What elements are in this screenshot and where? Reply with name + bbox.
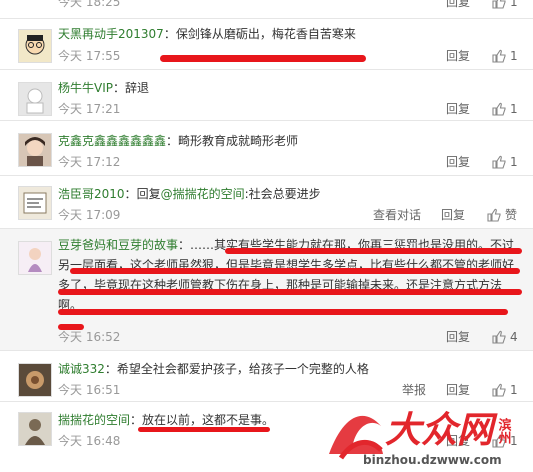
- comment-text: 辞退: [125, 81, 150, 95]
- comment-text: 放在以前，这都不是事。: [142, 413, 275, 427]
- reply-button[interactable]: 回复: [446, 154, 470, 170]
- comment-text: :社会总要进步: [244, 187, 321, 201]
- avatar[interactable]: [18, 186, 52, 220]
- comment-item: 豆芽爸妈和豆芽的故事：……其实有些学生能力就在那，你再三惩罚也是没用的。不过另一…: [0, 229, 533, 350]
- annotation-underline: [58, 289, 522, 295]
- comment-time: 今天 17:09: [58, 208, 121, 222]
- comment-time: 今天 16:51: [58, 383, 121, 397]
- comment-username[interactable]: 豆芽爸妈和豆芽的故事: [58, 238, 178, 252]
- thumbs-up-icon[interactable]: [487, 208, 501, 222]
- comment-username[interactable]: 诚诚332: [58, 362, 105, 376]
- comment-text: 希望全社会都爱护孩子，给孩子一个完整的人格: [116, 362, 369, 376]
- thumbs-up-icon[interactable]: [492, 49, 506, 63]
- comment-time: 今天 17:55: [58, 49, 121, 63]
- annotation-underline: [58, 324, 84, 330]
- avatar[interactable]: [18, 82, 52, 116]
- comment-username[interactable]: 天黑再动手201307: [58, 27, 164, 41]
- comment-item: 天黑再动手201307：保剑锋从磨砺出，梅花香自苦寒来 今天 17:55 回复 …: [0, 19, 533, 69]
- like-count: 1: [510, 0, 518, 9]
- comment-username[interactable]: 克鑫克鑫鑫鑫鑫鑫鑫: [58, 134, 166, 148]
- comment-time: 今天 17:21: [58, 102, 121, 116]
- reply-button[interactable]: 回复: [446, 0, 470, 10]
- view-dialog-button[interactable]: 查看对话: [373, 207, 421, 223]
- avatar[interactable]: [18, 363, 52, 397]
- annotation-underline: [138, 427, 270, 432]
- like-label[interactable]: 赞: [505, 207, 517, 223]
- thumbs-up-icon[interactable]: [492, 0, 506, 9]
- like-count: 1: [510, 102, 518, 116]
- annotation-underline: [225, 248, 522, 254]
- comment-time: 今天 18:25: [58, 0, 121, 9]
- watermark-url: binzhou.dzwww.com: [363, 453, 502, 467]
- avatar[interactable]: [18, 29, 52, 63]
- comment-item: 克鑫克鑫鑫鑫鑫鑫鑫：畸形教育成就畸形老师 今天 17:12 回复 1: [0, 121, 533, 175]
- comment-username[interactable]: 揣揣花的空间: [58, 413, 130, 427]
- annotation-underline: [58, 309, 508, 315]
- comment-username[interactable]: 杨牛牛VIP: [58, 81, 113, 95]
- avatar[interactable]: [18, 241, 52, 275]
- like-count: 1: [510, 155, 518, 169]
- reply-button[interactable]: 回复: [446, 101, 470, 117]
- thumbs-up-icon[interactable]: [492, 383, 506, 397]
- comment-time: 今天 17:12: [58, 155, 121, 169]
- annotation-underline: [70, 268, 520, 274]
- reply-button[interactable]: 回复: [441, 207, 465, 223]
- comment-time: 今天 16:48: [58, 434, 121, 448]
- avatar[interactable]: [18, 412, 52, 446]
- thumbs-up-icon[interactable]: [492, 155, 506, 169]
- reply-button[interactable]: 回复: [446, 48, 470, 64]
- mention-link[interactable]: @揣揣花的空间: [161, 187, 245, 201]
- like-count: 1: [510, 49, 518, 63]
- comment-username[interactable]: 浩臣哥2010: [58, 187, 125, 201]
- reply-prefix: 回复: [136, 187, 161, 201]
- comment-partial: 今天 18:25 回复 1: [0, 0, 533, 18]
- annotation-underline: [160, 55, 366, 62]
- comment-item: 诚诚332：希望全社会都爱护孩子，给孩子一个完整的人格 今天 16:51 举报 …: [0, 351, 533, 401]
- like-count: 4: [510, 330, 518, 344]
- comment-item: 浩臣哥2010：回复@揣揣花的空间:社会总要进步 今天 17:09 查看对话 回…: [0, 176, 533, 228]
- thumbs-up-icon[interactable]: [492, 102, 506, 116]
- thumbs-up-icon[interactable]: [492, 330, 506, 344]
- watermark-brand: 大众网: [385, 410, 498, 451]
- comment-time: 今天 16:52: [58, 330, 121, 344]
- comment-text: 畸形教育成就畸形老师: [178, 134, 299, 148]
- comment-item: 杨牛牛VIP：辞退 今天 17:21 回复 1: [0, 70, 533, 120]
- watermark-region: 滨州: [496, 417, 513, 445]
- site-watermark: 大众网 滨州 binzhou.dzwww.com: [323, 396, 533, 469]
- reply-button[interactable]: 回复: [446, 329, 470, 345]
- comment-text: 保剑锋从磨砺出，梅花香自苦寒来: [175, 27, 356, 41]
- avatar[interactable]: [18, 133, 52, 167]
